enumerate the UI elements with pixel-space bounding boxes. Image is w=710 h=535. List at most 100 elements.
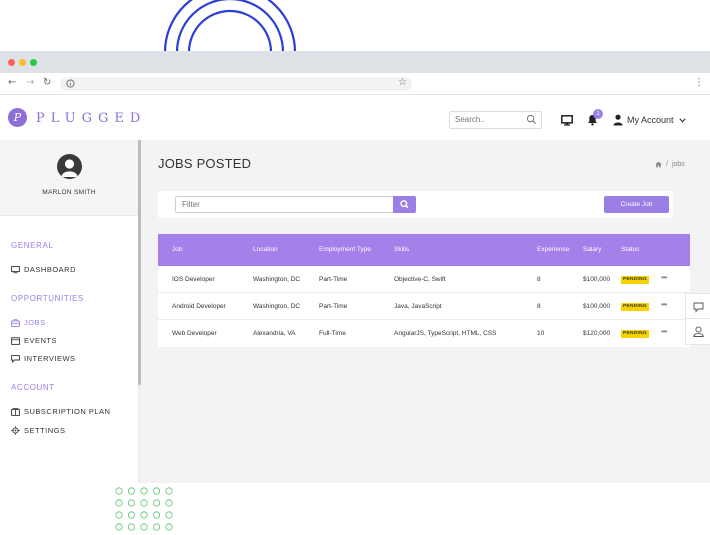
browser-tab-strip: [0, 51, 710, 73]
chat-icon: [11, 354, 20, 363]
avatar[interactable]: [57, 154, 82, 179]
cell-salary: $120,000: [583, 330, 611, 337]
minimize-window-dot[interactable]: [19, 59, 26, 66]
column-header-experience[interactable]: Experience: [537, 246, 570, 253]
table-row[interactable]: IOS Developer Washington, DC Part-Time O…: [158, 266, 690, 293]
profile-panel: MARLON SMITH: [0, 140, 138, 216]
cell-skills: AngularJS, TypeScript, HTML, CSS: [394, 330, 497, 337]
user-name: MARLON SMITH: [42, 189, 96, 196]
reload-icon[interactable]: ↻: [43, 77, 51, 89]
person-silhouette-icon: [61, 159, 78, 177]
sidebar-section-opportunities: OPPORTUNITIES: [11, 294, 84, 303]
main-content: JOBS POSTED / jobs Create Job Job Locati…: [141, 140, 710, 483]
sidebar: MARLON SMITH GENERAL DASHBOARD OPPORTUNI…: [0, 140, 138, 483]
cell-employment-type: Part-Time: [319, 303, 348, 310]
cell-job: Android Developer: [172, 303, 226, 310]
search-icon: [400, 200, 409, 209]
filter-search-button[interactable]: [393, 196, 416, 213]
monitor-icon[interactable]: [561, 115, 573, 126]
monitor-icon: [11, 265, 20, 273]
account-menu[interactable]: My Account: [627, 115, 686, 125]
search-icon[interactable]: [526, 114, 537, 125]
cell-experience: 8: [537, 303, 541, 310]
briefcase-icon: [11, 318, 20, 327]
cell-experience: 10: [537, 330, 545, 337]
more-options-icon[interactable]: •••: [661, 273, 667, 282]
search-box[interactable]: [449, 111, 542, 129]
cell-job: IOS Developer: [172, 276, 215, 283]
cell-employment-type: Part-Time: [319, 276, 348, 283]
sidebar-section-general: GENERAL: [11, 241, 54, 250]
decorative-dot-grid: [115, 487, 173, 531]
sidebar-section-account: ACCOUNT: [11, 383, 55, 392]
column-header-location[interactable]: Location: [253, 246, 278, 253]
more-options-icon[interactable]: •••: [661, 327, 667, 336]
sidebar-item-label: JOBS: [24, 318, 46, 327]
breadcrumb-separator: /: [666, 161, 668, 168]
sidebar-item-jobs[interactable]: JOBS: [11, 318, 46, 327]
chat-icon: [693, 302, 704, 313]
sidebar-item-label: DASHBOARD: [24, 265, 77, 274]
column-header-skills[interactable]: Skills: [394, 246, 409, 253]
more-options-icon[interactable]: •••: [661, 300, 667, 309]
table-row[interactable]: Web Developer Alexandria, VA Full-Time A…: [158, 320, 690, 347]
notification-badge: 1: [593, 109, 603, 119]
cell-skills: Java, JavaScript: [394, 303, 442, 310]
decorative-arcs: [163, 0, 297, 52]
status-badge: PENDING: [621, 330, 649, 338]
user-outline-icon: [693, 326, 704, 337]
cell-job: Web Developer: [172, 330, 217, 337]
calendar-icon: [11, 336, 20, 345]
sidebar-item-events[interactable]: EVENTS: [11, 336, 57, 345]
package-icon: [11, 407, 20, 416]
browser-toolbar: ← → ↻ ☆ ⋮: [0, 73, 710, 95]
status-badge: PENDING: [621, 276, 649, 284]
screenshot-stage: ← → ↻ ☆ ⋮ P PLUGGED 1: [0, 0, 710, 535]
back-arrow-icon[interactable]: ←: [8, 77, 16, 89]
sidebar-item-dashboard[interactable]: DASHBOARD: [11, 265, 76, 274]
filter-input[interactable]: [175, 196, 394, 213]
feedback-tab[interactable]: [685, 293, 710, 320]
jobs-table: Job Location Employment Type Skills Expe…: [158, 234, 690, 347]
sidebar-item-subscription-plan[interactable]: SUBSCRIPTION PLAN: [11, 407, 110, 416]
cell-location: Washington, DC: [253, 276, 301, 283]
chevron-down-icon: [679, 118, 686, 123]
home-icon[interactable]: [655, 161, 662, 168]
sidebar-item-settings[interactable]: SETTINGS: [11, 426, 66, 435]
logo-mark[interactable]: P: [8, 108, 27, 127]
forward-arrow-icon[interactable]: →: [26, 77, 34, 89]
logo-text[interactable]: PLUGGED: [36, 111, 146, 126]
search-input[interactable]: [455, 115, 525, 124]
breadcrumb: / jobs: [655, 161, 685, 168]
create-job-button[interactable]: Create Job: [604, 196, 669, 213]
filter-card: Create Job: [158, 191, 673, 218]
page-title: JOBS POSTED: [158, 156, 252, 171]
cell-salary: $100,000: [583, 303, 611, 310]
sidebar-item-label: SUBSCRIPTION PLAN: [24, 407, 111, 416]
profile-tab[interactable]: [685, 318, 710, 345]
column-header-job[interactable]: Job: [172, 246, 182, 253]
column-header-salary[interactable]: Salary: [583, 246, 601, 253]
table-header: Job Location Employment Type Skills Expe…: [158, 234, 690, 266]
sidebar-item-label: SETTINGS: [24, 426, 66, 435]
user-icon[interactable]: [613, 114, 623, 126]
cell-salary: $100,000: [583, 276, 611, 283]
column-header-employment-type[interactable]: Employment Type: [319, 246, 371, 253]
sidebar-item-label: EVENTS: [24, 336, 58, 345]
cell-experience: 8: [537, 276, 541, 283]
cell-employment-type: Full-Time: [319, 330, 346, 337]
table-row[interactable]: Android Developer Washington, DC Part-Ti…: [158, 293, 690, 320]
maximize-window-dot[interactable]: [30, 59, 37, 66]
browser-menu-icon[interactable]: ⋮: [694, 77, 704, 89]
breadcrumb-current: jobs: [671, 161, 685, 168]
bookmark-star-icon[interactable]: ☆: [398, 77, 407, 89]
address-bar[interactable]: [60, 77, 412, 91]
account-label: My Account: [627, 115, 674, 125]
column-header-status[interactable]: Status: [621, 246, 639, 253]
cell-location: Alexandria, VA: [253, 330, 296, 337]
app-header: P PLUGGED: [0, 95, 710, 140]
cell-skills: Objective-C, Swift: [394, 276, 446, 283]
close-window-dot[interactable]: [8, 59, 15, 66]
sidebar-item-label: INTERVIEWS: [24, 354, 76, 363]
sidebar-item-interviews[interactable]: INTERVIEWS: [11, 354, 76, 363]
